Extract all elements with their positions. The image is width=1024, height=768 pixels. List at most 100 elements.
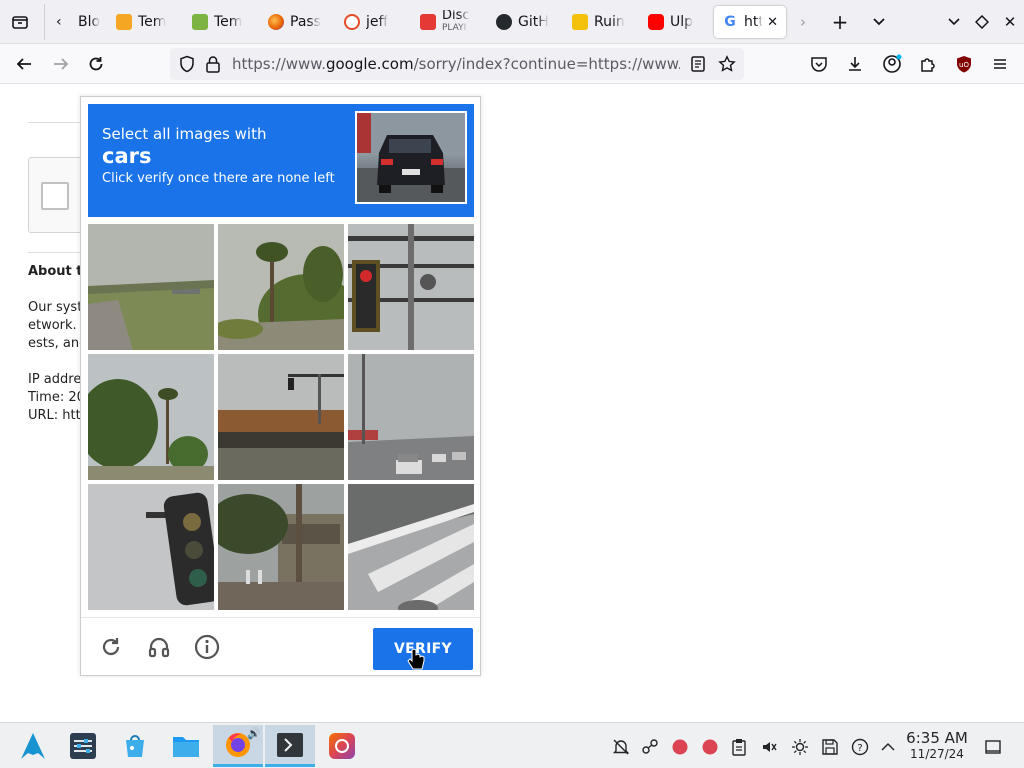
- volume-muted-icon[interactable]: [759, 737, 779, 757]
- tab-label: GitH: [518, 14, 549, 30]
- challenge-tile-2[interactable]: [218, 224, 344, 350]
- challenge-tile-4[interactable]: [88, 354, 214, 480]
- account-icon[interactable]: [881, 53, 903, 75]
- challenge-tile-3[interactable]: [348, 224, 474, 350]
- url-path: /sorry/index?continue=https://www.google…: [413, 55, 680, 73]
- close-tab-icon[interactable]: ✕: [767, 15, 778, 30]
- forward-arrow-icon[interactable]: [50, 53, 72, 75]
- notifications-muted-bell-icon[interactable]: [611, 737, 631, 757]
- url-prefix: https://www.: [232, 55, 326, 73]
- konsole-terminal-icon[interactable]: [265, 725, 315, 767]
- tab-label: htt: [744, 14, 764, 30]
- challenge-tile-1[interactable]: [88, 224, 214, 350]
- back-chevron-icon: ‹: [56, 14, 62, 30]
- bookmark-star-icon[interactable]: [718, 55, 736, 77]
- mouse-pointer-hand-icon: [407, 648, 425, 674]
- recording-indicator-icon[interactable]: [700, 737, 720, 757]
- clock-date[interactable]: 11/27/24: [902, 747, 972, 761]
- divider: [28, 122, 80, 123]
- mail-icon: [116, 14, 132, 30]
- reload-icon[interactable]: [85, 53, 107, 75]
- reader-view-icon[interactable]: [690, 55, 706, 77]
- clock-time[interactable]: 6:35 AM: [902, 729, 972, 747]
- info-icon[interactable]: [193, 633, 221, 661]
- tab-label: jeff: [366, 14, 389, 30]
- challenge-tile-7[interactable]: [88, 484, 214, 610]
- youtube-icon: [648, 14, 664, 30]
- tab-temp-mail-2[interactable]: Tem: [192, 6, 250, 38]
- close-window-icon[interactable]: ✕: [1000, 12, 1020, 32]
- minimize-window-icon[interactable]: [944, 12, 964, 32]
- url-text[interactable]: https://www.google.com/sorry/index?conti…: [232, 55, 680, 73]
- url-bar[interactable]: https://www.google.com/sorry/index?conti…: [170, 48, 744, 80]
- sample-car-image: [355, 111, 467, 204]
- github-icon: [496, 14, 512, 30]
- tab-blog[interactable]: ‹ Blo: [56, 6, 106, 38]
- svg-text:uO: uO: [959, 61, 969, 69]
- recaptcha-checkbox[interactable]: [41, 182, 69, 210]
- tab-list-icon[interactable]: [10, 12, 30, 32]
- new-tab-icon[interactable]: +: [830, 10, 850, 34]
- challenge-tile-6[interactable]: [348, 354, 474, 480]
- list-all-tabs-icon[interactable]: [869, 12, 889, 32]
- show-hidden-tray-icon[interactable]: [878, 737, 898, 757]
- extensions-puzzle-icon[interactable]: [917, 53, 939, 75]
- arch-linux-launcher-icon[interactable]: [8, 725, 58, 767]
- hamburger-menu-icon[interactable]: [989, 53, 1011, 75]
- tracking-protection-shield-icon[interactable]: [178, 55, 196, 77]
- kde-app-icon[interactable]: [317, 725, 367, 767]
- pocket-icon[interactable]: [808, 53, 830, 75]
- challenge-target: cars: [102, 144, 152, 168]
- firefox-icon: [268, 14, 284, 30]
- brave-icon: [344, 14, 360, 30]
- clipboard-icon[interactable]: [729, 737, 749, 757]
- brightness-icon[interactable]: [790, 737, 810, 757]
- tab-label: Blo: [78, 14, 101, 30]
- tab-label: Tem: [214, 14, 243, 30]
- divider: [28, 252, 80, 253]
- firefox-taskbar-icon[interactable]: 🔊: [213, 725, 263, 767]
- challenge-tile-5[interactable]: [218, 354, 344, 480]
- maximize-window-icon[interactable]: [972, 12, 992, 32]
- kde-connect-icon[interactable]: [640, 737, 660, 757]
- tab-label: Pass: [290, 14, 321, 30]
- url-domain: google.com: [325, 55, 414, 73]
- challenge-image-grid: [88, 224, 474, 610]
- google-icon: G: [722, 14, 738, 30]
- lock-icon[interactable]: [205, 55, 221, 77]
- tab-ruin[interactable]: Ruin: [572, 6, 630, 38]
- challenge-footer: VERIFY: [81, 617, 480, 675]
- svg-text:?: ?: [857, 743, 862, 754]
- ublock-origin-icon[interactable]: uO: [953, 53, 975, 75]
- audio-challenge-headphones-icon[interactable]: [145, 633, 173, 661]
- ruin-icon: [572, 14, 588, 30]
- discover-store-icon[interactable]: [110, 725, 160, 767]
- discord-icon: [420, 14, 436, 30]
- tab-youtube[interactable]: Ulp: [648, 6, 706, 38]
- scroll-tabs-right-icon[interactable]: ›: [793, 12, 813, 32]
- tab-google-active[interactable]: G htt ✕: [714, 6, 786, 38]
- back-arrow-icon[interactable]: [13, 53, 35, 75]
- tab-pass[interactable]: Pass: [268, 6, 326, 38]
- challenge-tile-8[interactable]: [218, 484, 344, 610]
- help-icon[interactable]: ?: [850, 737, 870, 757]
- tab-discord[interactable]: Disc PLAYI: [420, 6, 478, 38]
- tab-playing-label: PLAYI: [442, 23, 467, 33]
- dolphin-file-manager-icon[interactable]: [161, 725, 211, 767]
- tab-separator: [44, 4, 45, 40]
- downloads-icon[interactable]: [844, 53, 866, 75]
- tab-github[interactable]: GitH: [496, 6, 554, 38]
- challenge-hint: Click verify once there are none left: [102, 171, 335, 186]
- tab-jeff[interactable]: jeff: [344, 6, 402, 38]
- show-desktop-icon[interactable]: [983, 737, 1003, 757]
- tab-temp-mail-1[interactable]: Tem: [116, 6, 174, 38]
- audio-playing-icon: 🔊: [247, 727, 261, 740]
- recording-indicator-icon[interactable]: [670, 737, 690, 757]
- challenge-tile-9[interactable]: [348, 484, 474, 610]
- system-settings-icon[interactable]: [58, 725, 108, 767]
- recaptcha-checkbox-box: [28, 157, 88, 233]
- save-disk-icon[interactable]: [820, 737, 840, 757]
- tab-label: Tem: [138, 14, 167, 30]
- reload-challenge-icon[interactable]: [97, 633, 125, 661]
- tab-bar: ‹ Blo Tem Tem Pass jeff Disc PLAYI GitH …: [0, 0, 1024, 44]
